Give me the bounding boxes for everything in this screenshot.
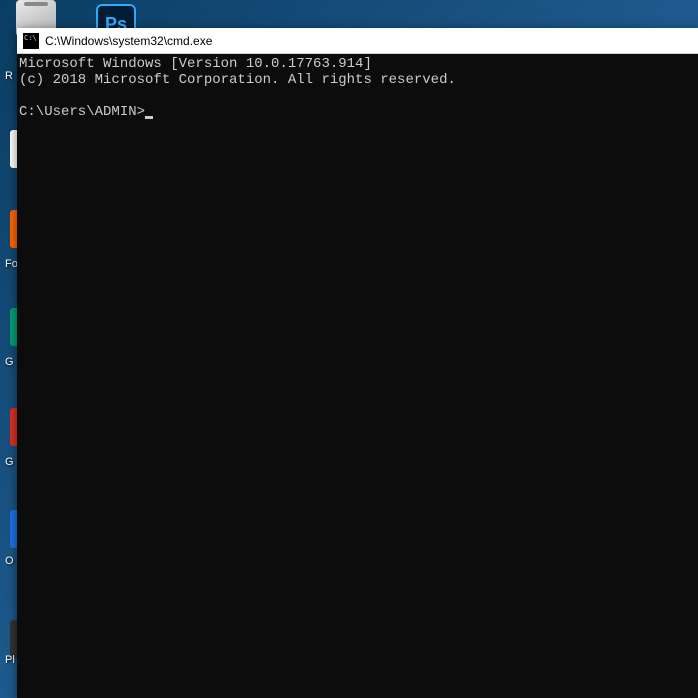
terminal-prompt: C:\Users\ADMIN> <box>19 104 145 120</box>
partial-label-6: Pl <box>5 654 15 666</box>
cursor <box>145 116 153 119</box>
terminal-area[interactable]: Microsoft Windows [Version 10.0.17763.91… <box>17 54 698 698</box>
window-title: C:\Windows\system32\cmd.exe <box>45 34 212 48</box>
partial-label-recycle: R <box>5 70 13 82</box>
titlebar[interactable]: C:\Windows\system32\cmd.exe <box>17 28 698 54</box>
partial-label-3: G <box>5 356 14 368</box>
terminal-line-2: (c) 2018 Microsoft Corporation. All righ… <box>19 72 456 88</box>
cmd-icon <box>23 33 39 49</box>
partial-label-2: Fo <box>5 258 18 270</box>
terminal-line-1: Microsoft Windows [Version 10.0.17763.91… <box>19 56 372 72</box>
partial-label-5: O <box>5 555 14 567</box>
cmd-window: C:\Windows\system32\cmd.exe Microsoft Wi… <box>17 28 698 698</box>
partial-label-4: G <box>5 456 14 468</box>
